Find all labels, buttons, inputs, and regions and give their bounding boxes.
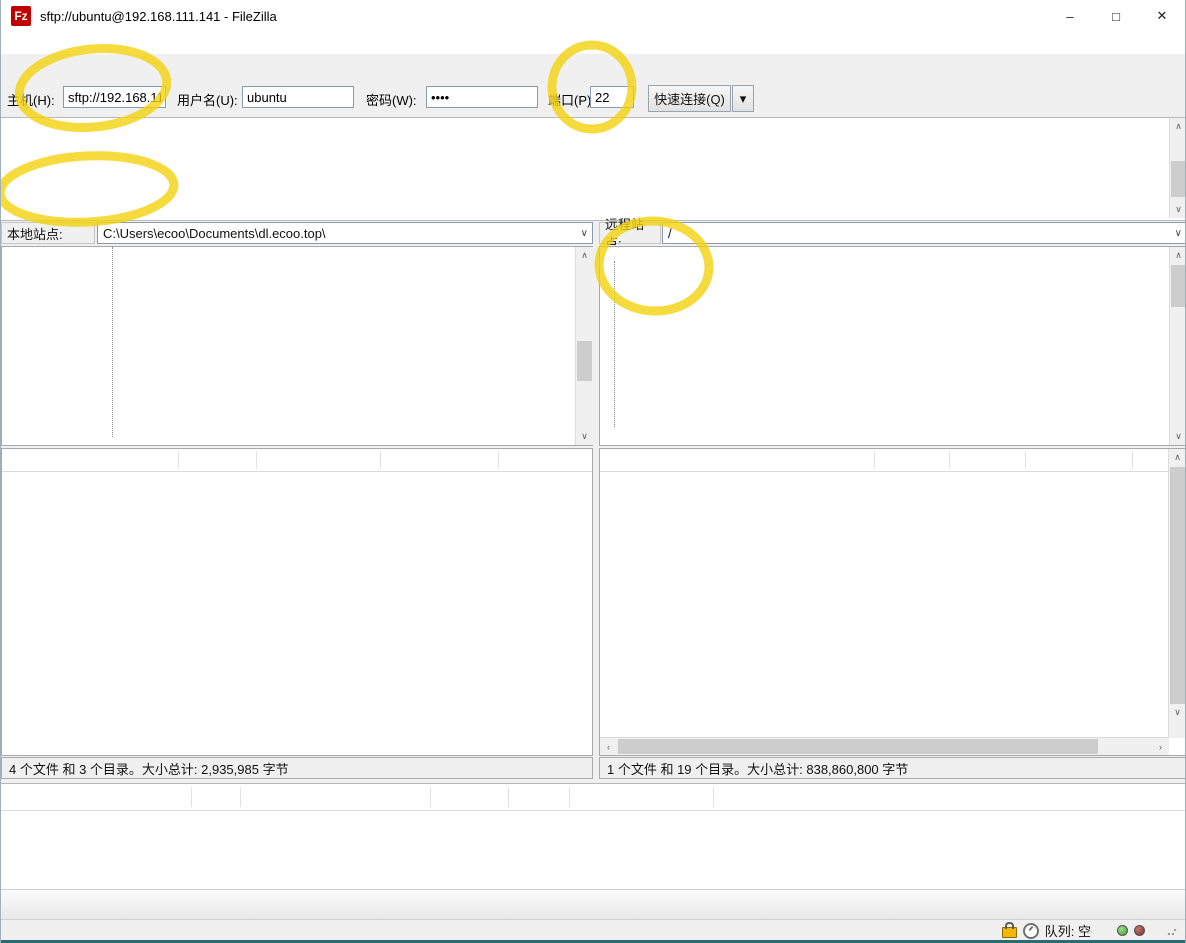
- log-scrollbar[interactable]: ∧ ∨: [1169, 118, 1186, 218]
- local-tree-scrollbar-thumb[interactable]: [577, 341, 592, 381]
- scroll-down-icon[interactable]: ∨: [1170, 201, 1186, 218]
- remote-tree-scrollbar[interactable]: ∧ ∨: [1169, 247, 1186, 445]
- column-divider: [430, 787, 431, 807]
- column-divider[interactable]: [498, 451, 499, 469]
- scroll-up-icon[interactable]: ∧: [576, 247, 593, 264]
- remote-file-rows: [600, 471, 1169, 738]
- host-input[interactable]: [63, 86, 166, 108]
- local-site-combobox[interactable]: C:\Users\ecoo\Documents\dl.ecoo.top\ ∨: [97, 222, 593, 244]
- username-input[interactable]: [242, 86, 354, 108]
- local-tree-scrollbar[interactable]: ∧ ∨: [575, 247, 593, 445]
- statusbar-right: 队列: 空: [1002, 920, 1177, 941]
- column-divider: [713, 787, 714, 807]
- message-log: [1, 117, 1185, 221]
- scroll-down-icon[interactable]: ∨: [1170, 428, 1186, 445]
- local-dir-status: 4 个文件 和 3 个目录。大小总计: 2,935,985 字节: [1, 757, 593, 779]
- quickconnect-bar: 主机(H): 用户名(U): 密码(W): 端口(P): 快速连接(Q) ▾: [1, 81, 1185, 118]
- lock-icon: [1002, 927, 1017, 938]
- column-divider[interactable]: [1025, 451, 1026, 469]
- local-site-path: C:\Users\ecoo\Documents\dl.ecoo.top\: [103, 226, 326, 241]
- filezilla-window: Fz sftp://ubuntu@192.168.111.141 - FileZ…: [0, 0, 1186, 943]
- remote-site-path: /: [668, 226, 672, 241]
- filezilla-logo-icon: Fz: [11, 6, 31, 26]
- chevron-down-icon[interactable]: ∨: [1175, 228, 1182, 239]
- tree-guide-line: [112, 247, 113, 437]
- title-bar: Fz sftp://ubuntu@192.168.111.141 - FileZ…: [1, 0, 1185, 32]
- tree-guide-line: [614, 261, 615, 427]
- local-file-list: [1, 448, 593, 756]
- speed-limit-icon: [1023, 923, 1039, 939]
- local-tree-pane: [1, 246, 593, 446]
- column-divider: [508, 787, 509, 807]
- toolbar: [1, 54, 1185, 82]
- scroll-up-icon[interactable]: ∧: [1170, 118, 1186, 135]
- host-label: 主机(H):: [7, 90, 55, 109]
- column-divider[interactable]: [874, 451, 875, 469]
- scroll-up-icon[interactable]: ∧: [1170, 247, 1186, 264]
- transfer-queue-panel: [1, 783, 1185, 890]
- remote-file-list: ∧ ∨ ‹ ›: [599, 448, 1186, 756]
- remote-list-hscrollbar-thumb[interactable]: [618, 739, 1098, 754]
- local-site-label: 本地站点:: [1, 222, 95, 244]
- maximize-button[interactable]: □: [1093, 0, 1139, 32]
- column-divider: [240, 787, 241, 807]
- close-button[interactable]: ✕: [1139, 0, 1185, 32]
- quickconnect-button[interactable]: 快速连接(Q): [648, 85, 731, 112]
- password-input[interactable]: [426, 86, 538, 108]
- remote-file-list-header: [600, 449, 1186, 472]
- window-title: sftp://ubuntu@192.168.111.141 - FileZill…: [40, 9, 277, 24]
- remote-list-scrollbar[interactable]: ∧ ∨: [1168, 449, 1186, 738]
- column-divider[interactable]: [380, 451, 381, 469]
- column-divider[interactable]: [1132, 451, 1133, 469]
- scroll-down-icon[interactable]: ∨: [576, 428, 593, 445]
- remote-list-hscrollbar[interactable]: ‹ ›: [600, 737, 1169, 755]
- local-file-list-header: [2, 449, 592, 472]
- remote-list-scrollbar-thumb[interactable]: [1170, 467, 1185, 705]
- resize-grip[interactable]: [1167, 926, 1177, 936]
- column-divider[interactable]: [256, 451, 257, 469]
- remote-dir-status: 1 个文件 和 19 个目录。大小总计: 838,860,800 字节: [599, 757, 1186, 779]
- remote-tree-scrollbar-thumb[interactable]: [1171, 265, 1186, 307]
- column-divider: [569, 787, 570, 807]
- window-controls: – □ ✕: [1047, 0, 1185, 32]
- menu-bar: [1, 32, 1185, 54]
- queue-tab-strip: [1, 889, 1185, 920]
- quickconnect-dropdown-button[interactable]: ▾: [732, 85, 754, 112]
- minimize-button[interactable]: –: [1047, 0, 1093, 32]
- remote-site-combobox[interactable]: / ∨: [662, 222, 1186, 244]
- chevron-down-icon[interactable]: ∨: [581, 228, 588, 239]
- scroll-right-icon[interactable]: ›: [1152, 738, 1169, 755]
- queue-size-label: 队列: 空: [1045, 921, 1091, 940]
- activity-led-green-icon: [1117, 925, 1128, 936]
- column-divider[interactable]: [949, 451, 950, 469]
- column-divider[interactable]: [178, 451, 179, 469]
- queue-header: [1, 784, 1185, 811]
- password-label: 密码(W):: [366, 90, 417, 109]
- scroll-down-icon[interactable]: ∨: [1169, 704, 1186, 721]
- column-divider: [191, 787, 192, 807]
- status-bar: 队列: 空: [1, 919, 1185, 941]
- username-label: 用户名(U):: [177, 90, 238, 109]
- remote-tree-pane: [599, 246, 1186, 446]
- scroll-left-icon[interactable]: ‹: [600, 738, 617, 755]
- remote-site-label: 远程站点:: [599, 222, 661, 244]
- port-label: 端口(P):: [548, 90, 595, 109]
- scroll-up-icon[interactable]: ∧: [1169, 449, 1186, 466]
- local-file-rows: [2, 471, 592, 755]
- port-input[interactable]: [590, 86, 634, 108]
- activity-led-red-icon: [1134, 925, 1145, 936]
- log-scrollbar-thumb[interactable]: [1171, 161, 1186, 197]
